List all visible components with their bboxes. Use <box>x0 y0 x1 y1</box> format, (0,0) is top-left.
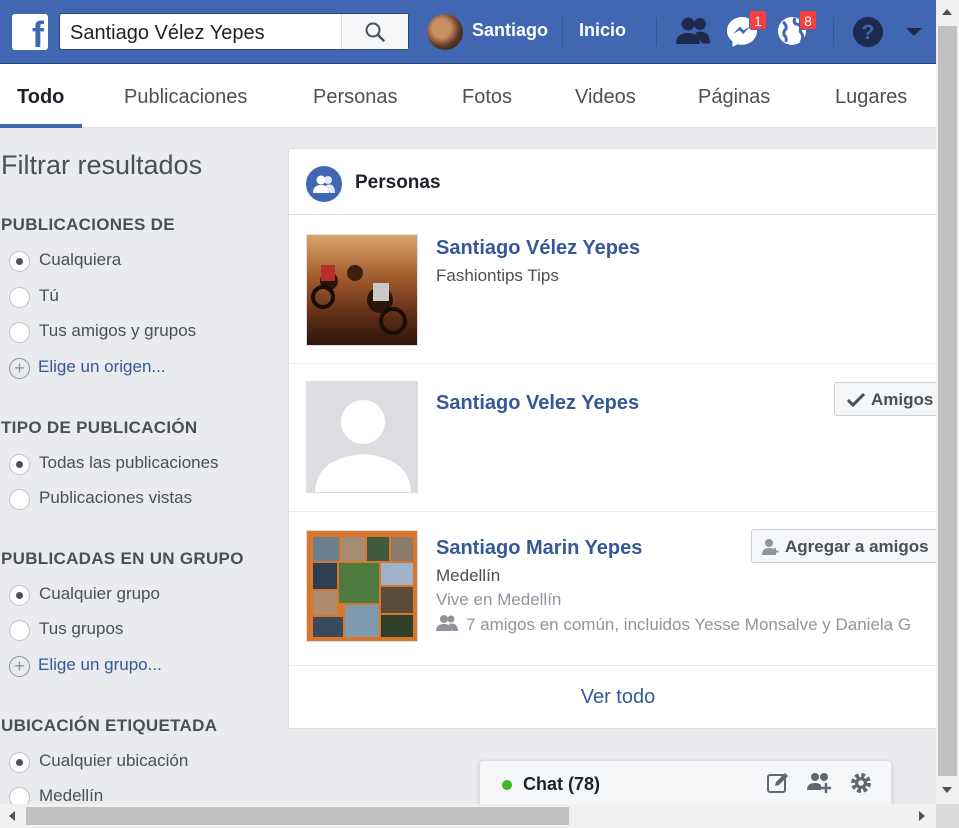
scroll-right-arrow[interactable] <box>919 811 925 821</box>
filter-results-title: Filtrar resultados <box>1 150 203 180</box>
link-label[interactable]: Elige un origen... <box>38 357 166 377</box>
scroll-left-arrow[interactable] <box>9 811 15 821</box>
section-heading: PUBLICACIONES DE <box>1 215 175 234</box>
tab-personas[interactable]: Personas <box>313 86 398 109</box>
home-link[interactable]: Inicio <box>579 20 626 41</box>
see-all-link[interactable]: Ver todo <box>289 666 947 729</box>
tab-todo[interactable]: Todo <box>17 86 64 109</box>
search-box[interactable]: Santiago Vélez Yepes <box>59 13 409 50</box>
radio-label: Todas las publicaciones <box>39 453 219 472</box>
radio-button[interactable] <box>9 287 30 308</box>
radio-button[interactable] <box>9 322 30 343</box>
radio-label: Cualquiera <box>39 250 122 269</box>
section-heading: PUBLICADAS EN UN GRUPO <box>1 549 244 568</box>
radio-button[interactable] <box>9 251 30 272</box>
facebook-logo[interactable]: f <box>12 14 48 50</box>
person-result: Santiago Marin Yepes Medellín Vive en Me… <box>289 512 949 666</box>
radio-button[interactable] <box>9 489 30 510</box>
radio-label: Cualquier ubicación <box>39 751 189 770</box>
radio-label: Cualquier grupo <box>39 584 160 603</box>
nav-divider <box>833 18 834 46</box>
person-name-link[interactable]: Santiago Marin Yepes <box>436 537 642 560</box>
tab-paginas[interactable]: Páginas <box>698 86 770 109</box>
people-icon <box>306 166 342 202</box>
profile-link[interactable]: Santiago <box>472 20 548 41</box>
radio-button[interactable] <box>9 585 30 606</box>
person-result: Santiago Velez Yepes Amigos <box>289 364 949 512</box>
caret-down-icon[interactable] <box>905 27 923 37</box>
person-name-link[interactable]: Santiago Vélez Yepes <box>436 237 640 260</box>
person-name-link[interactable]: Santiago Velez Yepes <box>436 392 639 415</box>
person-detail: Fashiontips Tips <box>436 266 559 285</box>
section-heading: UBICACIÓN ETIQUETADA <box>1 716 218 735</box>
vertical-scrollbar[interactable] <box>936 0 959 804</box>
plus-icon: + <box>9 656 30 677</box>
person-detail: Medellín <box>436 566 501 585</box>
logo-letter: f <box>32 14 44 50</box>
radio-button[interactable] <box>9 454 30 475</box>
horizontal-scroll-thumb[interactable] <box>26 807 569 825</box>
friend-requests-icon[interactable] <box>675 14 711 48</box>
mutual-friends-icon <box>436 615 458 631</box>
compose-icon[interactable] <box>766 771 790 795</box>
top-navigation-bar: f Santiago Vélez Yepes Santiago Inicio 1… <box>0 0 936 64</box>
search-filter-tabs: Todo Publicaciones Personas Fotos Videos… <box>0 64 936 128</box>
radio-label: Medellín <box>39 786 104 805</box>
vertical-scroll-thumb[interactable] <box>938 26 957 776</box>
radio-button[interactable] <box>9 620 30 641</box>
new-group-icon[interactable] <box>807 771 833 795</box>
search-input[interactable]: Santiago Vélez Yepes <box>70 22 265 45</box>
person-detail: Vive en Medellín <box>436 590 562 609</box>
radio-button[interactable] <box>9 752 30 773</box>
messages-badge: 1 <box>749 10 767 30</box>
gear-icon[interactable] <box>849 771 873 795</box>
tab-publicaciones[interactable]: Publicaciones <box>124 86 247 109</box>
nav-divider <box>656 18 657 46</box>
search-button[interactable] <box>341 14 408 49</box>
radio-label: Tus grupos <box>39 619 124 638</box>
card-header: Personas <box>289 149 947 215</box>
scroll-down-arrow[interactable] <box>942 787 952 793</box>
svg-text:?: ? <box>862 21 875 44</box>
add-friend-label: Agregar a amigos <box>785 537 929 556</box>
horizontal-scrollbar[interactable] <box>0 804 936 828</box>
tab-videos[interactable]: Videos <box>575 86 636 109</box>
radio-label: Tú <box>39 286 59 305</box>
default-profile-photo[interactable] <box>306 381 418 493</box>
scroll-up-arrow[interactable] <box>942 9 952 15</box>
chat-bar[interactable]: Chat (78) <box>479 760 892 804</box>
plus-icon: + <box>9 358 30 379</box>
mutual-friends-text: 7 amigos en común, incluidos Yesse Monsa… <box>466 615 912 634</box>
silhouette-icon <box>315 400 411 492</box>
tab-lugares[interactable]: Lugares <box>835 86 907 109</box>
collage-photo <box>313 537 413 637</box>
checkmark-icon <box>847 393 865 407</box>
see-all-label: Ver todo <box>580 686 656 708</box>
friends-button-label: Amigos <box>871 390 934 409</box>
person-result: Santiago Vélez Yepes Fashiontips Tips <box>289 215 947 364</box>
profile-photo[interactable] <box>306 530 418 642</box>
profile-photo[interactable] <box>306 234 418 346</box>
radio-label: Publicaciones vistas <box>39 488 193 507</box>
tab-fotos[interactable]: Fotos <box>462 86 512 109</box>
add-friend-icon <box>762 539 779 555</box>
nav-divider <box>562 18 563 46</box>
chat-label: Chat (78) <box>523 774 601 794</box>
friends-button[interactable]: Amigos <box>834 382 949 416</box>
notifications-badge: 8 <box>799 10 817 30</box>
avatar[interactable] <box>427 14 463 50</box>
search-icon <box>365 22 385 42</box>
active-tab-indicator <box>0 124 82 128</box>
card-title: Personas <box>355 172 441 193</box>
motocross-photo <box>311 265 407 335</box>
link-label[interactable]: Elige un grupo... <box>38 655 162 675</box>
add-friend-button[interactable]: Agregar a amigos <box>751 529 949 563</box>
section-heading: TIPO DE PUBLICACIÓN <box>1 418 198 437</box>
question-circle-icon[interactable]: ? <box>852 16 884 48</box>
online-status-dot <box>502 780 512 790</box>
people-results-card: Personas Santiago Vélez Yepes Fashiontip… <box>288 148 949 729</box>
radio-label: Tus amigos y grupos <box>39 321 197 340</box>
scrollbar-corner <box>936 804 959 828</box>
